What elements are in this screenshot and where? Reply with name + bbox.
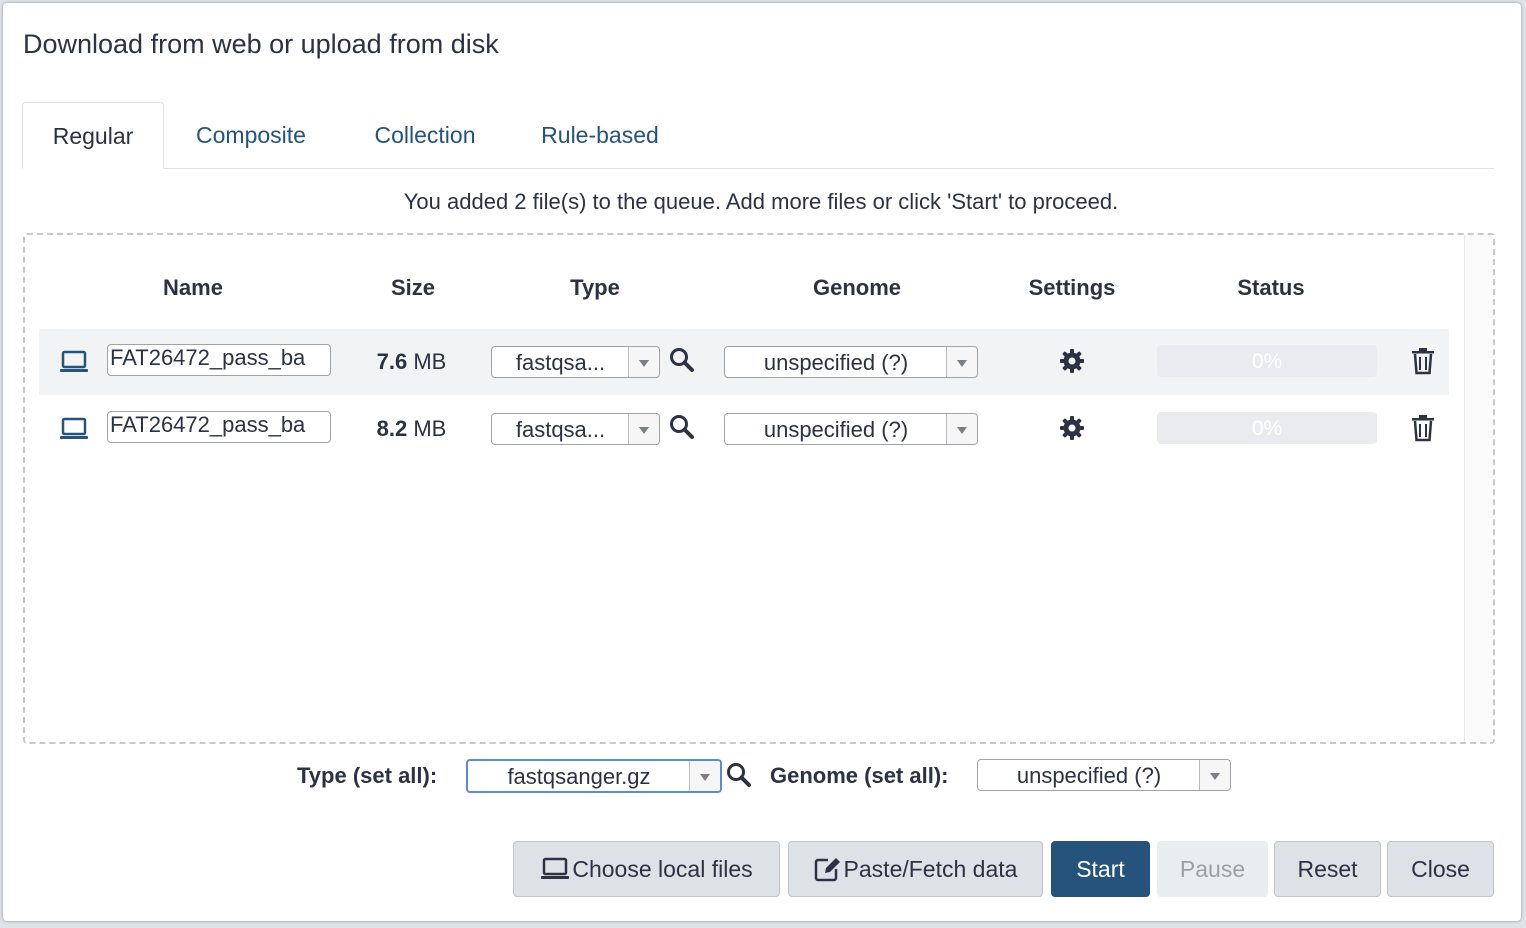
search-icon[interactable] [726, 762, 752, 788]
column-header-name: Name [163, 275, 223, 300]
type-set-all-label: Type (set all): [297, 763, 438, 788]
upload-row: FAT26472_pass_ba 7.6 MB fastqsa... unspe… [39, 329, 1449, 395]
search-icon[interactable] [669, 414, 695, 440]
genome-select-value: unspecified (?) [763, 417, 909, 442]
file-size: 8.2 MB [376, 416, 447, 441]
upload-row: FAT26472_pass_ba 8.2 MB fastqsa... unspe… [39, 396, 1449, 462]
reset-button[interactable]: Reset [1274, 841, 1381, 897]
tab-collection[interactable]: Collection [350, 102, 500, 168]
type-select-value: fastqsa... [515, 417, 606, 442]
type-select[interactable]: fastqsa... [491, 413, 660, 445]
upload-progress: 0% [1157, 412, 1377, 444]
trash-icon[interactable] [1411, 414, 1435, 442]
close-button[interactable]: Close [1387, 841, 1494, 897]
edit-icon [814, 858, 840, 882]
paste-fetch-label: Paste/Fetch data [843, 855, 1018, 882]
laptop-icon [541, 857, 570, 879]
file-name-input[interactable]: FAT26472_pass_ba [107, 344, 331, 376]
trash-icon[interactable] [1411, 347, 1435, 375]
genome-set-all-select[interactable]: unspecified (?) [977, 759, 1231, 791]
column-header-size: Size [390, 275, 436, 300]
tab-regular[interactable]: Regular [22, 102, 164, 169]
dropzone-scrollbar[interactable] [1464, 235, 1493, 742]
start-button[interactable]: Start [1051, 841, 1150, 897]
laptop-icon [59, 349, 89, 375]
type-set-all-value: fastqsanger.gz [507, 764, 651, 789]
genome-select[interactable]: unspecified (?) [724, 346, 978, 378]
queue-message: You added 2 file(s) to the queue. Add mo… [403, 189, 1119, 214]
chevron-down-icon [946, 414, 977, 444]
pause-button[interactable]: Pause [1157, 841, 1268, 897]
column-header-status: Status [1237, 275, 1305, 300]
dialog-title: Download from web or upload from disk [23, 29, 499, 59]
type-set-all-select[interactable]: fastqsanger.gz [466, 759, 722, 793]
upload-dropzone[interactable]: Name Size Type Genome Settings Status FA… [23, 233, 1495, 744]
column-header-settings: Settings [1028, 275, 1116, 300]
tab-bar: Regular Composite Collection Rule-based [22, 102, 1494, 169]
type-select[interactable]: fastqsa... [491, 346, 660, 378]
chevron-down-icon [628, 414, 659, 444]
chevron-down-icon [946, 347, 977, 377]
column-header-type: Type [570, 275, 620, 300]
column-header-genome: Genome [812, 275, 902, 300]
laptop-icon [59, 416, 89, 442]
genome-select-value: unspecified (?) [763, 350, 909, 375]
type-select-value: fastqsa... [515, 350, 606, 375]
genome-set-all-label: Genome (set all): [770, 763, 949, 788]
file-size: 7.6 MB [376, 349, 447, 374]
chevron-down-icon [1199, 760, 1230, 790]
gear-icon[interactable] [1059, 415, 1085, 441]
tab-composite[interactable]: Composite [172, 102, 330, 168]
file-name-input[interactable]: FAT26472_pass_ba [107, 411, 331, 443]
chevron-down-icon [689, 761, 720, 791]
genome-set-all-value: unspecified (?) [1016, 763, 1162, 788]
gear-icon[interactable] [1059, 348, 1085, 374]
tab-rule-based[interactable]: Rule-based [518, 102, 682, 168]
genome-select[interactable]: unspecified (?) [724, 413, 978, 445]
upload-dialog: Download from web or upload from disk Re… [3, 3, 1521, 921]
choose-local-files-label: Choose local files [572, 855, 753, 882]
upload-progress: 0% [1157, 345, 1377, 377]
chevron-down-icon [628, 347, 659, 377]
paste-fetch-button[interactable]: Paste/Fetch data [788, 841, 1043, 897]
choose-local-files-button[interactable]: Choose local files [513, 841, 780, 897]
search-icon[interactable] [669, 347, 695, 373]
